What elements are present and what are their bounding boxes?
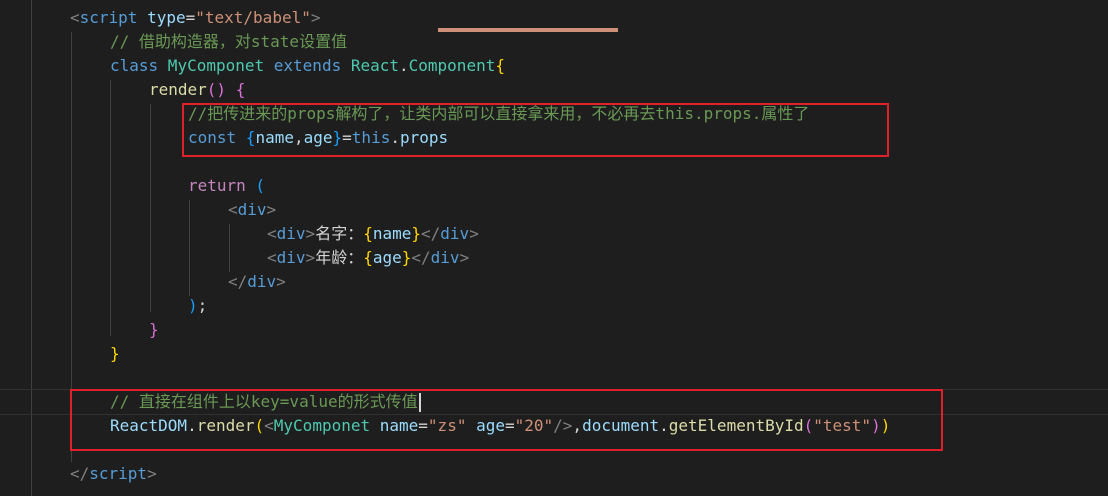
code-line: render() { (149, 78, 245, 102)
tag-bracket: </ (421, 224, 441, 243)
class-name: React (341, 56, 399, 75)
jsx-text: 名字： (315, 224, 364, 243)
variable: age (372, 248, 402, 267)
tag-bracket: < (267, 224, 277, 243)
tag-name: div (276, 248, 306, 267)
tag-bracket: </ (411, 248, 431, 267)
indent-guide (229, 224, 230, 272)
punctuation: . (399, 56, 409, 75)
comment: // 借助构造器，对state设置值 (110, 32, 348, 51)
tag-name: div (440, 224, 470, 243)
tag-name: div (237, 200, 267, 219)
code-line: // 借助构造器，对state设置值 (110, 30, 347, 54)
jsx-text: 年龄： (315, 248, 364, 267)
attribute-name: type (137, 8, 186, 27)
code-line: return ( (188, 174, 265, 198)
brace: { (495, 56, 505, 75)
indent-guide (189, 200, 190, 296)
code-line: } (110, 342, 120, 366)
code-editor[interactable]: <script type="text/babel"> // 借助构造器，对sta… (0, 0, 1108, 496)
tag-bracket: > (147, 464, 157, 483)
brace: } (149, 320, 159, 339)
brace: } (110, 344, 120, 363)
code-line: <div>年龄：{age}</div> (267, 246, 469, 270)
tag-name: div (276, 224, 306, 243)
code-line: <div> (228, 198, 276, 222)
operator: = (185, 8, 196, 27)
brace: { (363, 248, 373, 267)
brace: { (363, 224, 373, 243)
code-line: ); (188, 294, 207, 318)
annotation-box-render-call (70, 389, 943, 451)
paren: ( (245, 176, 266, 195)
tag-bracket: > (276, 272, 286, 291)
tag-name: script (89, 464, 148, 483)
tag-bracket: < (267, 248, 277, 267)
tag-bracket: > (310, 8, 321, 27)
tag-name: div (430, 248, 460, 267)
tag-bracket: > (266, 200, 277, 219)
paren: ) (188, 296, 198, 315)
code-line: </script> (70, 462, 157, 486)
tag-bracket: </ (228, 272, 248, 291)
keyword: extends (264, 56, 342, 75)
tag-bracket: < (70, 8, 80, 27)
tag-name: script (79, 8, 138, 27)
class-name: MyComponet (158, 56, 265, 75)
string-literal: "text/babel" (195, 8, 311, 27)
tag-bracket: </ (70, 464, 90, 483)
code-line: } (149, 318, 159, 342)
paren: () (206, 80, 227, 99)
indent-guide (150, 104, 151, 312)
indent-guide (31, 0, 32, 496)
class-name: Component (408, 56, 496, 75)
keyword: return (188, 176, 246, 195)
code-line: class MyComponet extends React.Component… (110, 54, 505, 78)
tag-bracket: > (469, 224, 479, 243)
method-name: render (149, 80, 207, 99)
brace: { (226, 80, 246, 99)
brace: } (411, 224, 422, 243)
tag-name: div (247, 272, 277, 291)
code-line: <script type="text/babel"> (70, 6, 320, 30)
tag-bracket: > (305, 224, 316, 243)
annotation-box-destructuring (182, 103, 889, 157)
tag-bracket: < (228, 200, 238, 219)
variable: name (372, 224, 412, 243)
code-line: <div>名字：{name}</div> (267, 222, 479, 246)
code-line: </div> (228, 270, 286, 294)
punctuation: ; (197, 296, 208, 315)
tag-bracket: > (305, 248, 316, 267)
indent-guide (110, 80, 111, 336)
brace: } (401, 248, 412, 267)
tag-bracket: > (459, 248, 470, 267)
keyword: class (110, 56, 159, 75)
